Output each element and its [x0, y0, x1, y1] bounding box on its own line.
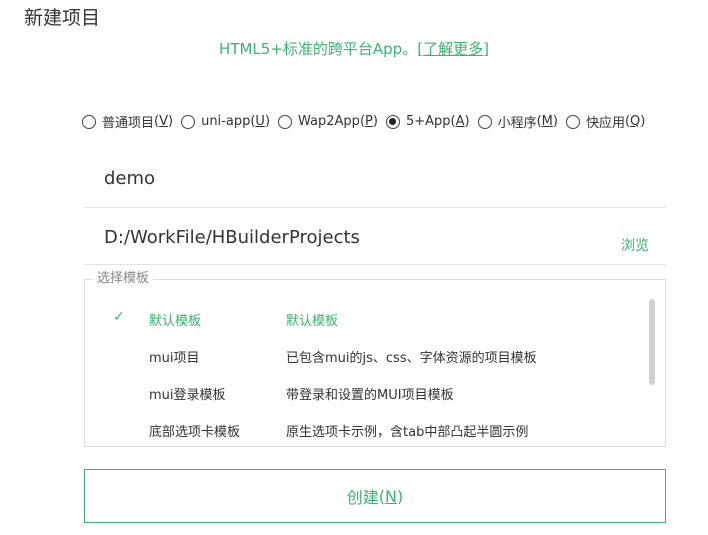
template-list-scrollbar[interactable]: [649, 299, 655, 385]
project-type-radio-group: 普通项目(V) uni-app(U) Wap2App(P) 5+App(A) 小…: [82, 112, 645, 131]
radio-5plus-app[interactable]: 5+App(A): [385, 114, 470, 129]
radio-5plus-app-indicator[interactable]: [385, 114, 400, 129]
radio-mini-program-label: 小程序: [497, 116, 537, 131]
template-name: 底部选项卡模板: [149, 425, 241, 440]
radio-normal-project-label: 普通项目: [102, 116, 155, 131]
radio-quick-app-shortcut: Q: [630, 114, 641, 129]
radio-uni-app-label: uni-app: [201, 114, 251, 129]
project-location-input[interactable]: D:/WorkFile/HBuilderProjects: [104, 227, 360, 248]
template-row-default[interactable]: ✓ 默认模板 默认模板: [85, 300, 645, 337]
subtitle-text: HTML5+标准的跨平台App。: [219, 40, 418, 58]
radio-uni-app-indicator[interactable]: [181, 114, 196, 129]
radio-quick-app-label: 快应用: [585, 116, 625, 131]
create-button[interactable]: 创建(N): [84, 469, 666, 523]
learn-more-link-text: 了解更多: [423, 40, 484, 58]
template-row-bottom-tab[interactable]: 底部选项卡模板 原生选项卡示例，含tab中部凸起半圆示例: [85, 411, 645, 448]
template-name: mui登录模板: [149, 388, 226, 403]
template-row-mui[interactable]: mui项目 已包含mui的js、css、字体资源的项目模板: [85, 337, 645, 374]
radio-quick-app-indicator[interactable]: [565, 114, 580, 129]
radio-mini-program-indicator[interactable]: [477, 114, 492, 129]
template-description: 默认模板: [286, 314, 339, 329]
project-location-field[interactable]: D:/WorkFile/HBuilderProjects 浏览: [84, 210, 666, 265]
project-name-field[interactable]: demo: [84, 152, 666, 208]
radio-wap2app[interactable]: Wap2App(P): [278, 114, 378, 129]
radio-uni-app[interactable]: uni-app(U): [181, 114, 270, 129]
template-list-legend: 选择模板: [93, 270, 154, 288]
learn-more-link-close-bracket: ]: [483, 40, 489, 58]
create-button-shortcut: N: [385, 486, 397, 506]
check-icon: ✓: [113, 309, 125, 325]
radio-wap2app-label: Wap2App: [298, 114, 360, 129]
radio-mini-program-shortcut: M: [541, 114, 553, 129]
radio-5plus-app-label: 5+App: [405, 114, 451, 129]
template-description: 带登录和设置的MUI项目模板: [286, 388, 454, 403]
radio-uni-app-shortcut: U: [255, 114, 265, 129]
radio-mini-program[interactable]: 小程序(M): [477, 112, 558, 131]
radio-5plus-app-shortcut: A: [455, 114, 465, 129]
template-description: 原生选项卡示例，含tab中部凸起半圆示例: [286, 425, 529, 440]
project-name-input[interactable]: demo: [104, 168, 155, 189]
template-name: 默认模板: [149, 314, 202, 329]
radio-normal-project-shortcut: V: [159, 114, 168, 129]
radio-wap2app-indicator[interactable]: [278, 114, 293, 129]
subtitle: HTML5+标准的跨平台App。[了解更多]: [0, 38, 708, 60]
radio-wap2app-shortcut: P: [365, 114, 373, 129]
learn-more-link[interactable]: [了解更多]: [417, 40, 489, 58]
template-row-mui-login[interactable]: mui登录模板 带登录和设置的MUI项目模板: [85, 374, 645, 411]
browse-button[interactable]: 浏览: [621, 235, 649, 255]
template-description: 已包含mui的js、css、字体资源的项目模板: [286, 351, 537, 366]
radio-normal-project[interactable]: 普通项目(V): [82, 112, 173, 131]
radio-normal-project-indicator[interactable]: [82, 114, 96, 129]
radio-quick-app[interactable]: 快应用(Q): [565, 112, 645, 131]
page-title: 新建项目: [24, 7, 101, 29]
template-list: 选择模板 ✓ 默认模板 默认模板 mui项目 已包含mui的js、css、字体资…: [84, 270, 666, 448]
create-button-label: 创建: [346, 488, 379, 507]
template-name: mui项目: [149, 351, 200, 366]
